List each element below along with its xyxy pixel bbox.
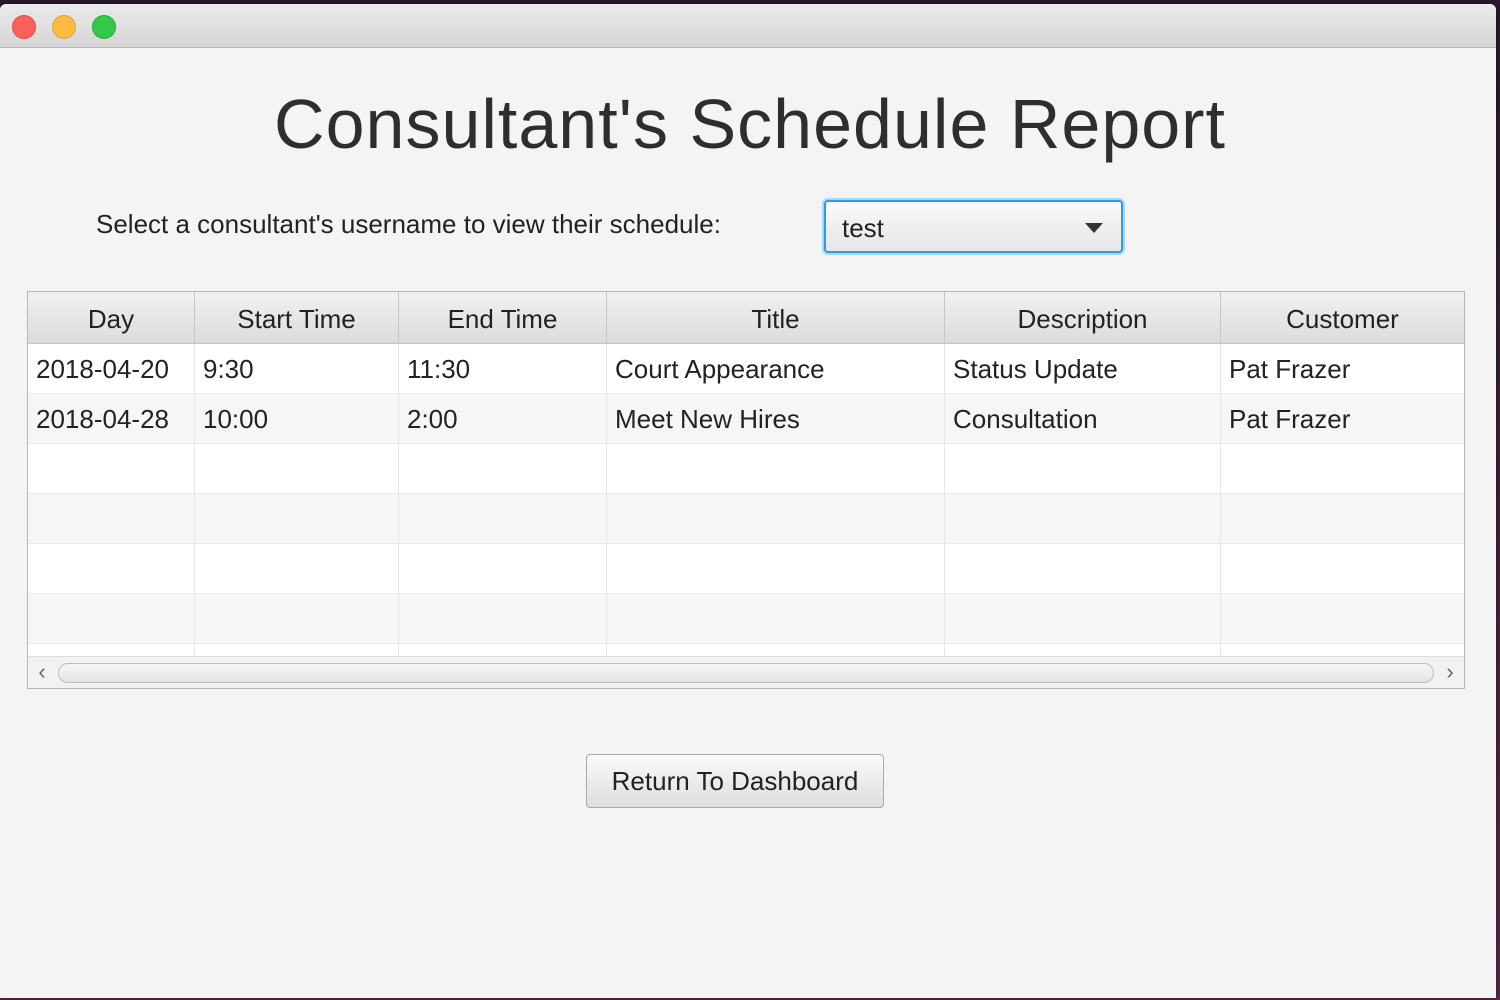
table-cell: [399, 444, 607, 494]
maximize-window-button[interactable]: [92, 15, 116, 39]
table-cell: [607, 594, 945, 644]
table-cell: [945, 494, 1221, 544]
table-cell: Meet New Hires: [607, 394, 945, 444]
column-header-end-time[interactable]: End Time: [399, 292, 607, 344]
table-cell: [945, 594, 1221, 644]
table-cell: [399, 494, 607, 544]
table-cell: [399, 594, 607, 644]
table-row[interactable]: [28, 494, 1464, 544]
table-row[interactable]: [28, 544, 1464, 594]
table-row[interactable]: [28, 444, 1464, 494]
column-header-customer[interactable]: Customer: [1221, 292, 1464, 344]
table-cell: [399, 644, 607, 656]
table-cell: [1221, 644, 1464, 656]
column-header-description[interactable]: Description: [945, 292, 1221, 344]
table-cell: [607, 644, 945, 656]
table-cell: 11:30: [399, 344, 607, 394]
table-cell: 9:30: [195, 344, 399, 394]
chevron-down-icon[interactable]: [1085, 223, 1103, 233]
table-cell: [195, 644, 399, 656]
horizontal-scrollbar[interactable]: ‹ ›: [28, 656, 1464, 688]
schedule-table: Day Start Time End Time Title Descriptio…: [27, 291, 1465, 689]
table-cell: Pat Frazer: [1229, 354, 1351, 384]
title-bar[interactable]: [0, 4, 1496, 48]
table-cell: [399, 544, 607, 594]
table-cell: [28, 644, 195, 656]
table-cell: [28, 544, 195, 594]
table-cell: [607, 444, 945, 494]
table-cell: [607, 494, 945, 544]
close-window-button[interactable]: [12, 15, 36, 39]
table-cell: [28, 594, 195, 644]
table-cell: 10:00: [195, 394, 399, 444]
table-cell: Pat Frazer: [1229, 404, 1351, 434]
consultant-select[interactable]: test: [824, 200, 1123, 253]
chevron-right-icon[interactable]: ›: [1438, 661, 1462, 685]
table-cell: 2018-04-28: [28, 394, 195, 444]
table-cell: [945, 444, 1221, 494]
table-cell: [607, 544, 945, 594]
table-cell: [195, 594, 399, 644]
table-cell: [195, 444, 399, 494]
table-cell: [945, 544, 1221, 594]
app-window: Consultant's Schedule Report Select a co…: [0, 4, 1496, 998]
table-cell: Consultation: [945, 394, 1221, 444]
table-cell: [1221, 594, 1464, 644]
chevron-left-icon[interactable]: ‹: [30, 661, 54, 685]
column-header-start-time[interactable]: Start Time: [195, 292, 399, 344]
column-header-day[interactable]: Day: [28, 292, 195, 344]
table-cell: 2:00: [399, 394, 607, 444]
return-to-dashboard-button[interactable]: Return To Dashboard: [586, 754, 884, 808]
page-title: Consultant's Schedule Report: [274, 85, 1226, 163]
table-row[interactable]: 2018-04-20 9:30 11:30 Court Appearance Statu…: [28, 344, 1464, 394]
scrollbar-thumb[interactable]: [58, 663, 1434, 683]
table-cell: 2018-04-20: [28, 344, 195, 394]
table-cell: [1221, 444, 1464, 494]
consultant-select-value: test: [842, 213, 884, 243]
minimize-window-button[interactable]: [52, 15, 76, 39]
table-cell: [195, 544, 399, 594]
table-cell: [1221, 544, 1464, 594]
table-body: 2018-04-20 9:30 11:30 Court Appearance Statu…: [28, 344, 1464, 656]
consultant-select-label: Select a consultant's username to view t…: [96, 209, 721, 239]
column-header-title[interactable]: Title: [607, 292, 945, 344]
table-cell: [945, 644, 1221, 656]
table-cell: [195, 494, 399, 544]
table-row[interactable]: [28, 594, 1464, 644]
table-cell: [28, 444, 195, 494]
table-cell: [28, 494, 195, 544]
table-header: Day Start Time End Time Title Descriptio…: [28, 292, 1464, 344]
table-cell: Court Appearance: [607, 344, 945, 394]
table-row[interactable]: [28, 644, 1464, 656]
table-cell: [1221, 494, 1464, 544]
table-row[interactable]: 2018-04-28 10:00 2:00 Meet New Hires Consult…: [28, 394, 1464, 444]
table-cell: Status Update: [945, 344, 1221, 394]
